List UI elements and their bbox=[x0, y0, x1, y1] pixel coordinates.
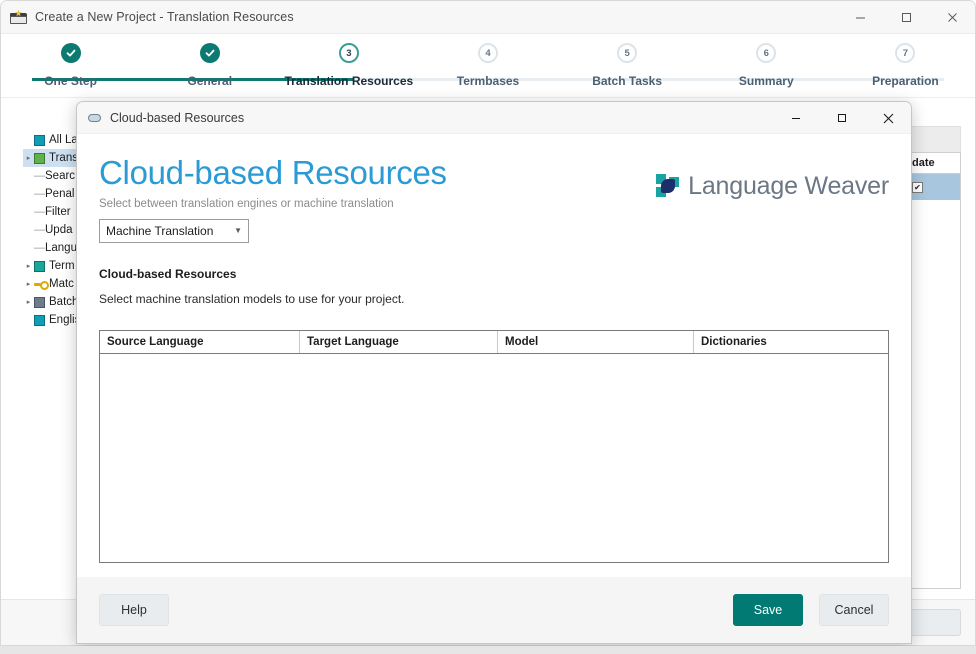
dialog-title: Cloud-based Resources bbox=[110, 111, 244, 125]
cancel-button[interactable]: Cancel bbox=[819, 594, 889, 626]
tree-connector: — bbox=[34, 170, 45, 182]
row-update-checkbox[interactable]: ✔ bbox=[912, 182, 923, 193]
column-header-target-language[interactable]: Target Language bbox=[300, 331, 498, 353]
wizard-step-batch-tasks[interactable]: 5 Batch Tasks bbox=[558, 43, 697, 97]
language-weaver-logo-text: Language Weaver bbox=[688, 172, 889, 201]
step-node-check-icon bbox=[61, 43, 81, 63]
cloud-based-resources-dialog: Cloud-based Resources Cloud-based Resour… bbox=[76, 101, 912, 644]
engine-type-select[interactable]: Machine Translation ▼ bbox=[99, 219, 249, 243]
tree-connector: — bbox=[34, 242, 45, 254]
tree-item-label: Term bbox=[49, 260, 75, 272]
language-weaver-logo-icon bbox=[656, 174, 680, 199]
dialog-maximize-icon[interactable] bbox=[819, 102, 865, 134]
dialog-footer: Help Save Cancel bbox=[77, 577, 911, 643]
tree-twisty[interactable]: ▸ bbox=[23, 298, 34, 306]
tree-item-label: Penal bbox=[45, 188, 74, 200]
step-label: Preparation bbox=[872, 74, 939, 88]
grid-icon bbox=[34, 297, 45, 308]
grid-body bbox=[907, 200, 961, 589]
section-title: Cloud-based Resources bbox=[99, 267, 889, 281]
tree-connector: — bbox=[34, 206, 45, 218]
tree-connector: — bbox=[34, 188, 45, 200]
wizard-step-general[interactable]: General bbox=[140, 43, 279, 97]
wizard-steps: One Step General 3 Translation Resources… bbox=[1, 43, 975, 97]
key-icon bbox=[34, 279, 45, 290]
cyan-node-icon bbox=[34, 315, 45, 326]
tree-item-label: Langu bbox=[45, 242, 77, 254]
section-description: Select machine translation models to use… bbox=[99, 292, 889, 306]
minimize-icon[interactable] bbox=[837, 1, 883, 34]
engine-type-value: Machine Translation bbox=[106, 224, 234, 238]
step-node-check-icon bbox=[200, 43, 220, 63]
dialog-minimize-icon[interactable] bbox=[773, 102, 819, 134]
dialog-close-icon[interactable] bbox=[865, 102, 911, 134]
save-button[interactable]: Save bbox=[733, 594, 803, 626]
dialog-titlebar: Cloud-based Resources bbox=[77, 102, 911, 134]
cyan-node-icon bbox=[34, 135, 45, 146]
step-label: One Step bbox=[44, 74, 97, 88]
step-label: Translation Resources bbox=[284, 74, 413, 88]
language-weaver-logo: Language Weaver bbox=[656, 172, 889, 201]
teal-node-icon bbox=[34, 261, 45, 272]
step-label: General bbox=[187, 74, 232, 88]
tree-item-label: Upda bbox=[45, 224, 73, 236]
chevron-down-icon: ▼ bbox=[234, 226, 242, 235]
maximize-icon[interactable] bbox=[883, 1, 929, 34]
table-header-row: Source Language Target Language Model Di… bbox=[100, 331, 888, 354]
grid-toolbar bbox=[907, 126, 961, 152]
grid-row-selected[interactable]: ✔ bbox=[907, 174, 961, 200]
window-controls bbox=[837, 1, 975, 34]
step-node-number: 6 bbox=[756, 43, 776, 63]
tree-item-label: Batch bbox=[49, 296, 78, 308]
grid-column-header-update[interactable]: date bbox=[907, 152, 961, 174]
tree-connector: — bbox=[34, 224, 45, 236]
project-folder-icon bbox=[10, 10, 27, 25]
window-title: Create a New Project - Translation Resou… bbox=[35, 10, 294, 24]
tree-twisty[interactable]: ▸ bbox=[23, 154, 34, 162]
column-header-source-language[interactable]: Source Language bbox=[100, 331, 300, 353]
tree-item-label: Trans bbox=[49, 152, 78, 164]
step-node-number: 3 bbox=[339, 43, 359, 63]
tree-item-label: Searc bbox=[45, 170, 75, 182]
table-body-empty[interactable] bbox=[100, 354, 888, 562]
step-node-number: 4 bbox=[478, 43, 498, 63]
step-node-number: 7 bbox=[895, 43, 915, 63]
tree-twisty[interactable]: ▸ bbox=[23, 262, 34, 270]
step-label: Termbases bbox=[457, 74, 519, 88]
step-label: Batch Tasks bbox=[592, 74, 662, 88]
cloud-icon bbox=[88, 111, 101, 124]
main-window-titlebar: Create a New Project - Translation Resou… bbox=[1, 1, 975, 34]
column-header-model[interactable]: Model bbox=[498, 331, 694, 353]
tree-item-label: Filter bbox=[45, 206, 71, 218]
wizard-step-summary[interactable]: 6 Summary bbox=[697, 43, 836, 97]
close-icon[interactable] bbox=[929, 1, 975, 34]
wizard-step-one-step[interactable]: One Step bbox=[1, 43, 140, 97]
desktop-background-strip bbox=[0, 646, 976, 654]
step-node-number: 5 bbox=[617, 43, 637, 63]
wizard-step-bar: One Step General 3 Translation Resources… bbox=[1, 34, 975, 97]
wizard-step-preparation[interactable]: 7 Preparation bbox=[836, 43, 975, 97]
help-button[interactable]: Help bbox=[99, 594, 169, 626]
green-node-icon bbox=[34, 153, 45, 164]
step-label: Summary bbox=[739, 74, 794, 88]
tree-item-label: Matc bbox=[49, 278, 74, 290]
wizard-step-termbases[interactable]: 4 Termbases bbox=[418, 43, 557, 97]
column-header-dictionaries[interactable]: Dictionaries bbox=[694, 331, 888, 353]
dialog-body: Cloud-based Resources Select between tra… bbox=[77, 134, 911, 643]
tree-twisty[interactable]: ▸ bbox=[23, 280, 34, 288]
mt-models-table[interactable]: Source Language Target Language Model Di… bbox=[99, 330, 889, 563]
wizard-step-translation-resources[interactable]: 3 Translation Resources bbox=[279, 43, 418, 97]
dialog-window-controls bbox=[773, 102, 911, 134]
resources-grid: date ✔ bbox=[907, 126, 961, 589]
